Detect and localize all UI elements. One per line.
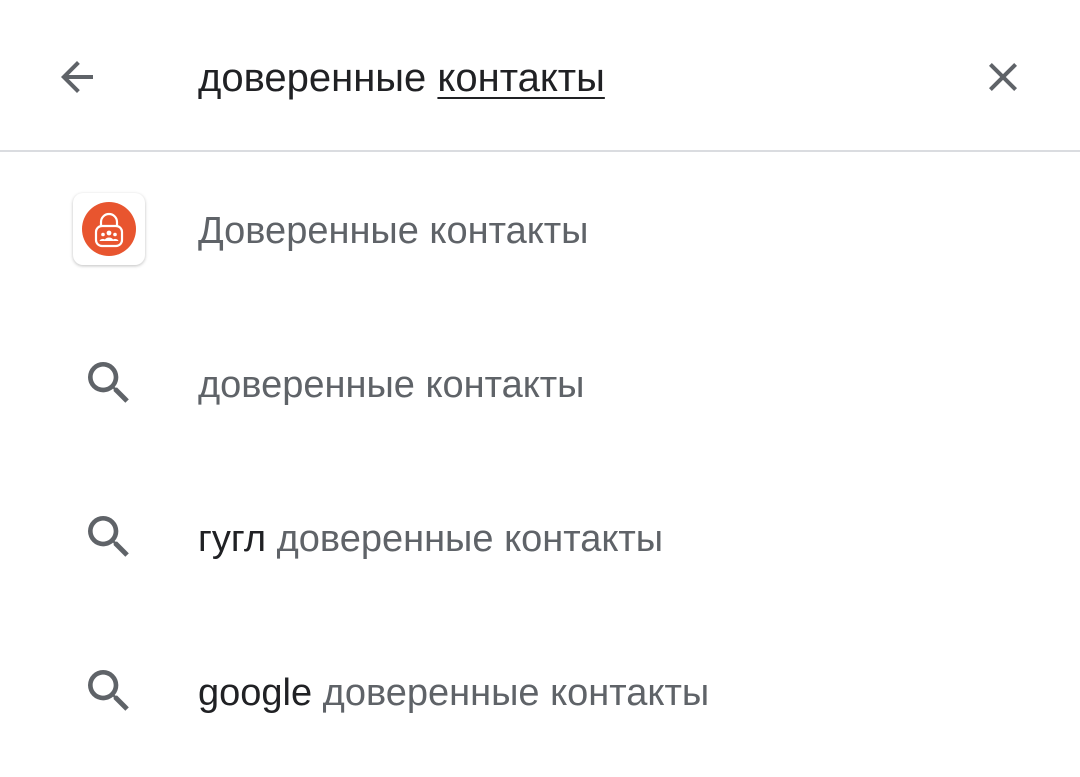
search-input[interactable]: доверенные контакты — [198, 48, 605, 108]
trusted-contacts-app-icon — [82, 202, 136, 256]
clear-button[interactable] — [966, 40, 1040, 114]
search-screen: доверенные контакты Доверенные контакты … — [0, 0, 1080, 777]
suggestion-query[interactable]: google доверенные контакты — [0, 614, 1080, 768]
suggestion-label: доверенные контакты — [312, 672, 710, 714]
suggestion-text: google доверенные контакты — [198, 664, 709, 722]
close-icon — [989, 63, 1017, 91]
suggestion-query[interactable]: доверенные контакты — [0, 306, 1080, 460]
search-icon — [88, 670, 129, 711]
app-icon-container — [72, 192, 146, 266]
search-icon-container — [72, 654, 146, 728]
suggestion-text: Доверенные контакты — [198, 202, 588, 260]
search-icon — [88, 516, 129, 557]
suggestion-prefix: гугл — [198, 518, 267, 560]
search-icon-container — [72, 346, 146, 420]
query-composing-text: контакты — [437, 56, 605, 100]
suggestion-label: доверенные контакты — [266, 518, 664, 560]
back-button[interactable] — [40, 40, 114, 114]
suggestion-query[interactable]: гугл доверенные контакты — [0, 460, 1080, 614]
query-text: доверенные — [198, 56, 438, 100]
search-icon-container — [72, 500, 146, 574]
arrow-left-icon — [61, 61, 93, 93]
suggestion-list: Доверенные контакты доверенные контакты … — [0, 152, 1080, 768]
suggestion-label: доверенные контакты — [198, 364, 585, 406]
suggestion-text: доверенные контакты — [198, 356, 585, 414]
app-icon-tile — [73, 193, 145, 265]
suggestion-prefix: google — [198, 672, 313, 714]
suggestion-label: Доверенные контакты — [198, 210, 589, 252]
search-icon — [88, 362, 129, 403]
suggestion-text: гугл доверенные контакты — [198, 510, 663, 568]
search-bar: доверенные контакты — [0, 0, 1080, 152]
suggestion-app-trusted-contacts[interactable]: Доверенные контакты — [0, 152, 1080, 306]
